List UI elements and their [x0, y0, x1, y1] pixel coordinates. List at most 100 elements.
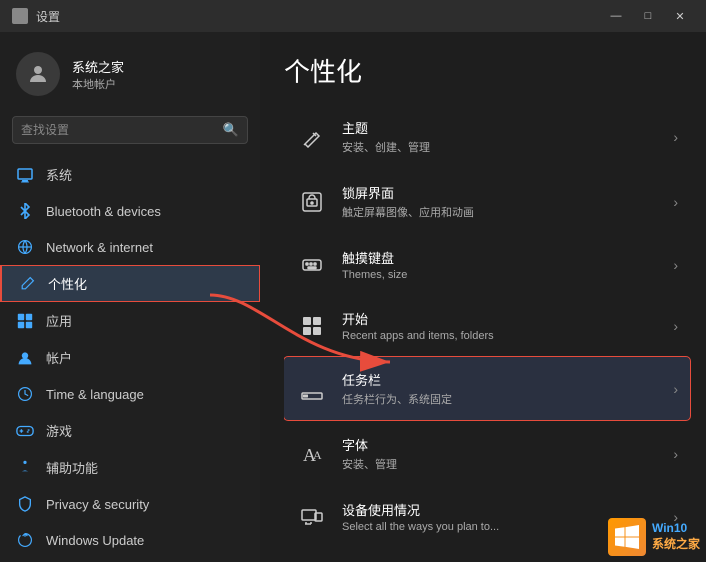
avatar — [16, 52, 60, 96]
settings-window: 设置 — □ ✕ 系统之家 本地帐户 — [0, 0, 706, 562]
fonts-desc: 安装、管理 — [342, 456, 659, 472]
system-icon — [16, 166, 34, 184]
settings-item-lockscreen[interactable]: 锁屏界面 触定屏幕图像、应用和动画 › — [284, 170, 690, 233]
start-desc: Recent apps and items, folders — [342, 330, 659, 342]
sidebar-item-accounts-label: 帐户 — [46, 348, 244, 367]
sidebar-item-network-label: Network & internet — [46, 240, 244, 255]
lockscreen-title: 锁屏界面 — [342, 183, 659, 202]
sidebar-item-personalization-label: 个性化 — [48, 274, 244, 293]
bluetooth-icon — [16, 202, 34, 220]
personalization-icon — [18, 275, 36, 293]
watermark-line1: Win10 — [652, 521, 700, 537]
start-title: 开始 — [342, 309, 659, 328]
fonts-text: 字体 安装、管理 — [342, 435, 659, 472]
update-icon — [16, 531, 34, 549]
keyboard-icon — [296, 249, 328, 281]
accounts-icon — [16, 349, 34, 367]
sidebar-item-time-label: Time & language — [46, 387, 244, 402]
sidebar-item-personalization[interactable]: 个性化 — [0, 265, 260, 302]
watermark-text: Win10 系统之家 — [652, 521, 700, 552]
font-icon: A A — [296, 438, 328, 470]
taskbar-text: 任务栏 任务栏行为、系统固定 — [342, 370, 659, 407]
sidebar-item-bluetooth[interactable]: Bluetooth & devices — [0, 193, 260, 229]
sidebar-item-privacy-label: Privacy & security — [46, 497, 244, 512]
sidebar-item-accessibility[interactable]: 辅助功能 — [0, 449, 260, 486]
sidebar-item-privacy[interactable]: Privacy & security — [0, 486, 260, 522]
settings-item-themes[interactable]: 主题 安装、创建、管理 › — [284, 105, 690, 168]
watermark: Win10 系统之家 — [608, 518, 700, 556]
maximize-button[interactable]: □ — [634, 6, 662, 26]
touchkb-title: 触摸键盘 — [342, 248, 659, 267]
minimize-button[interactable]: — — [602, 6, 630, 26]
privacy-icon — [16, 495, 34, 513]
svg-text:A: A — [313, 448, 322, 462]
time-icon — [16, 385, 34, 403]
settings-item-fonts[interactable]: A A 字体 安装、管理 › — [284, 422, 690, 485]
start-arrow: › — [673, 318, 678, 334]
accessibility-icon — [16, 459, 34, 477]
settings-item-taskbar[interactable]: 任务栏 任务栏行为、系统固定 › — [284, 357, 690, 420]
settings-item-start[interactable]: 开始 Recent apps and items, folders › — [284, 296, 690, 355]
main-panel: 个性化 主题 安装、创建、管理 › — [260, 32, 706, 562]
sidebar-item-system-label: 系统 — [46, 165, 244, 184]
start-icon — [296, 310, 328, 342]
watermark-line2: 系统之家 — [652, 537, 700, 553]
themes-text: 主题 安装、创建、管理 — [342, 118, 659, 155]
nav-items: 系统 Bluetooth & devices — [0, 156, 260, 562]
sidebar-item-time[interactable]: Time & language — [0, 376, 260, 412]
themes-arrow: › — [673, 129, 678, 145]
lockscreen-text: 锁屏界面 触定屏幕图像、应用和动画 — [342, 183, 659, 220]
watermark-logo — [608, 518, 646, 556]
fonts-arrow: › — [673, 446, 678, 462]
sidebar-item-accessibility-label: 辅助功能 — [46, 458, 244, 477]
titlebar-title: 设置 — [36, 8, 60, 25]
touchkb-desc: Themes, size — [342, 269, 659, 281]
titlebar-left: 设置 — [12, 8, 60, 25]
lockscreen-icon — [296, 186, 328, 218]
sidebar-item-accounts[interactable]: 帐户 — [0, 339, 260, 376]
content-area: 系统之家 本地帐户 🔍 系统 — [0, 32, 706, 562]
close-button[interactable]: ✕ — [666, 6, 694, 26]
sidebar-item-gaming[interactable]: 游戏 — [0, 412, 260, 449]
user-name: 系统之家 — [72, 57, 124, 76]
theme-icon — [296, 121, 328, 153]
user-info: 系统之家 本地帐户 — [72, 57, 124, 92]
start-text: 开始 Recent apps and items, folders — [342, 309, 659, 342]
taskbar-arrow: › — [673, 381, 678, 397]
sidebar-item-update-label: Windows Update — [46, 533, 244, 548]
network-icon — [16, 238, 34, 256]
taskbar-desc: 任务栏行为、系统固定 — [342, 391, 659, 407]
settings-item-touchkb[interactable]: 触摸键盘 Themes, size › — [284, 235, 690, 294]
touchkb-arrow: › — [673, 257, 678, 273]
search-icon: 🔍 — [223, 122, 239, 138]
page-title: 个性化 — [284, 52, 706, 89]
sidebar-item-network[interactable]: Network & internet — [0, 229, 260, 265]
lockscreen-arrow: › — [673, 194, 678, 210]
themes-desc: 安装、创建、管理 — [342, 139, 659, 155]
titlebar: 设置 — □ ✕ — [0, 0, 706, 32]
app-icon — [12, 8, 28, 24]
apps-icon — [16, 312, 34, 330]
settings-list: 主题 安装、创建、管理 › — [284, 105, 706, 562]
sidebar-item-gaming-label: 游戏 — [46, 421, 244, 440]
device-icon — [296, 501, 328, 533]
taskbar-title: 任务栏 — [342, 370, 659, 389]
fonts-title: 字体 — [342, 435, 659, 454]
sidebar: 系统之家 本地帐户 🔍 系统 — [0, 32, 260, 562]
deviceusage-title: 设备使用情况 — [342, 500, 659, 519]
search-box[interactable]: 🔍 — [12, 116, 248, 144]
themes-title: 主题 — [342, 118, 659, 137]
sidebar-item-bluetooth-label: Bluetooth & devices — [46, 204, 244, 219]
search-input[interactable] — [21, 123, 215, 137]
sidebar-item-update[interactable]: Windows Update — [0, 522, 260, 558]
sidebar-item-apps-label: 应用 — [46, 311, 244, 330]
taskbar-icon — [296, 373, 328, 405]
sidebar-item-system[interactable]: 系统 — [0, 156, 260, 193]
lockscreen-desc: 触定屏幕图像、应用和动画 — [342, 204, 659, 220]
sidebar-item-apps[interactable]: 应用 — [0, 302, 260, 339]
user-section: 系统之家 本地帐户 — [0, 44, 260, 112]
gaming-icon — [16, 422, 34, 440]
user-type: 本地帐户 — [72, 76, 124, 92]
touchkb-text: 触摸键盘 Themes, size — [342, 248, 659, 281]
titlebar-controls: — □ ✕ — [602, 6, 694, 26]
